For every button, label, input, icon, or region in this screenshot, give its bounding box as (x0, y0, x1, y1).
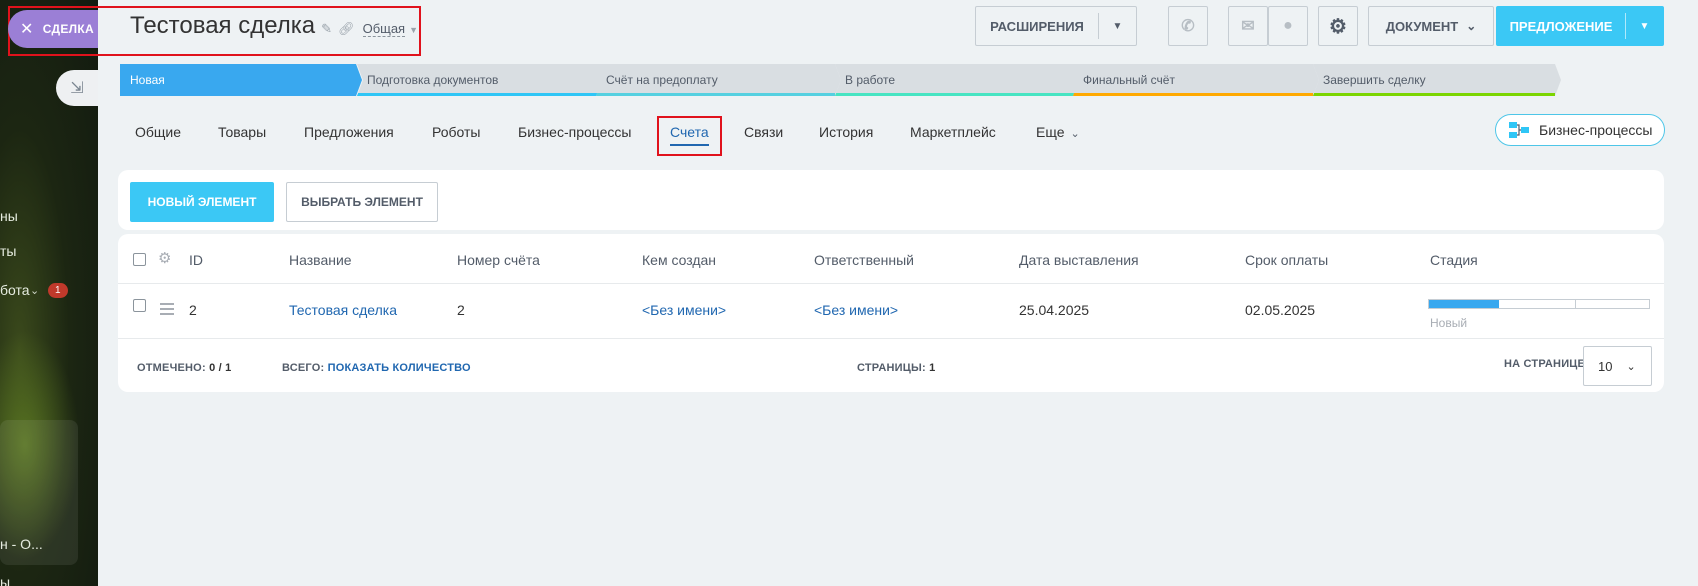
cell-name-link[interactable]: Тестовая сделка (289, 302, 397, 318)
stage-bar: Новая Подготовка документов Счёт на пред… (120, 64, 1663, 96)
tab-links[interactable]: Связи (744, 124, 783, 140)
column-header-responsible[interactable]: Ответственный (814, 252, 914, 268)
new-element-button[interactable]: НОВЫЙ ЭЛЕМЕНТ (130, 182, 274, 222)
counter-badge: 1 (48, 283, 68, 298)
chat-icon[interactable]: ● (1268, 6, 1308, 46)
column-header-due-date[interactable]: Срок оплаты (1245, 252, 1328, 268)
document-button[interactable]: ДОКУМЕНТ ⌄ (1368, 6, 1494, 46)
pick-element-button[interactable]: ВЫБРАТЬ ЭЛЕМЕНТ (286, 182, 438, 222)
tab-products[interactable]: Товары (218, 124, 266, 140)
stage-progress-fill (1429, 300, 1500, 308)
cell-date-issued: 25.04.2025 (1019, 302, 1090, 318)
stage-progress-bar[interactable] (1428, 299, 1650, 309)
chevron-down-icon: ⌄ (1626, 360, 1636, 373)
tab-marketplace[interactable]: Маркетплейс (910, 124, 996, 140)
column-header-date-issued[interactable]: Дата выставления (1019, 252, 1139, 268)
chevron-down-icon: ⌄ (1466, 19, 1477, 33)
chevron-down-icon: ⌄ (1070, 128, 1080, 140)
stage-prepare-docs[interactable]: Подготовка документов (357, 64, 603, 96)
left-menu-item[interactable]: ы (0, 574, 10, 586)
business-processes-button[interactable]: Бизнес-процессы (1495, 114, 1665, 146)
gear-icon[interactable]: ⚙ (158, 249, 171, 267)
phone-icon[interactable]: ✆ (1168, 6, 1208, 46)
column-header-number[interactable]: Номер счёта (457, 252, 540, 268)
left-menu-item[interactable]: ны (0, 208, 18, 224)
cell-id: 2 (189, 302, 197, 318)
close-icon: ✕ (20, 21, 34, 38)
column-header-name[interactable]: Название (289, 252, 352, 268)
divider (118, 283, 1664, 284)
pages-counter: СТРАНИЦЫ: 1 (857, 362, 936, 374)
cell-created-by-link[interactable]: <Без имени> (642, 302, 726, 318)
drag-handle-icon[interactable] (160, 303, 174, 318)
tab-bar: Общие Товары Предложения Роботы Бизнес-п… (98, 112, 1698, 152)
marked-counter: ОТМЕЧЕНО: 0 / 1 (137, 362, 232, 374)
stage-final-invoice[interactable]: Финальный счёт (1073, 64, 1319, 96)
tab-business-processes[interactable]: Бизнес-процессы (518, 124, 631, 140)
cell-due-date: 02.05.2025 (1245, 302, 1316, 318)
collapse-arrow-icon[interactable]: ⇲ (56, 70, 98, 106)
stage-prepayment-invoice[interactable]: Счёт на предоплату (596, 64, 841, 96)
tab-offers[interactable]: Предложения (304, 124, 394, 140)
cell-responsible-link[interactable]: <Без имени> (814, 302, 898, 318)
chevron-down-icon: ⌄ (30, 285, 40, 297)
column-header-stage[interactable]: Стадия (1430, 252, 1478, 268)
total-counter: ВСЕГО: ПОКАЗАТЬ КОЛИЧЕСТВО (282, 362, 471, 374)
cell-number: 2 (457, 302, 465, 318)
per-page-label: НА СТРАНИЦЕ: (1504, 358, 1589, 370)
left-menu-item[interactable]: н - О... (0, 536, 43, 552)
per-page-select[interactable]: 10 ⌄ (1583, 346, 1652, 386)
stage-in-progress[interactable]: В работе (835, 64, 1080, 96)
left-menu-item[interactable]: бота (0, 282, 30, 298)
stage-close-deal[interactable]: Завершить сделку (1313, 64, 1561, 96)
close-deal-slider-button[interactable]: ✕ СДЕЛКА (8, 10, 98, 48)
tab-more[interactable]: Еще ⌄ (1036, 124, 1080, 140)
dropdown-arrow-icon: ▼ (1112, 20, 1123, 32)
divider (118, 338, 1664, 339)
business-process-icon (1509, 122, 1529, 138)
column-header-created-by[interactable]: Кем создан (642, 252, 716, 268)
dropdown-arrow-icon: ▼ (1639, 20, 1650, 32)
tab-robots[interactable]: Роботы (432, 124, 480, 140)
row-checkbox[interactable] (133, 299, 146, 312)
select-all-checkbox[interactable] (133, 253, 146, 266)
offer-button[interactable]: ПРЕДЛОЖЕНИЕ ▼ (1496, 6, 1664, 46)
show-count-link[interactable]: ПОКАЗАТЬ КОЛИЧЕСТВО (328, 362, 471, 374)
progress-tick (1575, 300, 1576, 308)
stage-label: Новый (1430, 316, 1468, 330)
column-header-id[interactable]: ID (189, 252, 203, 268)
gear-icon[interactable]: ⚙ (1318, 6, 1358, 46)
tab-general[interactable]: Общие (135, 124, 181, 140)
tab-history[interactable]: История (819, 124, 873, 140)
highlight-box (657, 116, 722, 156)
stage-new[interactable]: Новая (120, 64, 362, 96)
extensions-button[interactable]: РАСШИРЕНИЯ ▼ (975, 6, 1137, 46)
mail-icon[interactable]: ✉ (1228, 6, 1268, 46)
left-menu-item[interactable]: ты (0, 243, 16, 259)
